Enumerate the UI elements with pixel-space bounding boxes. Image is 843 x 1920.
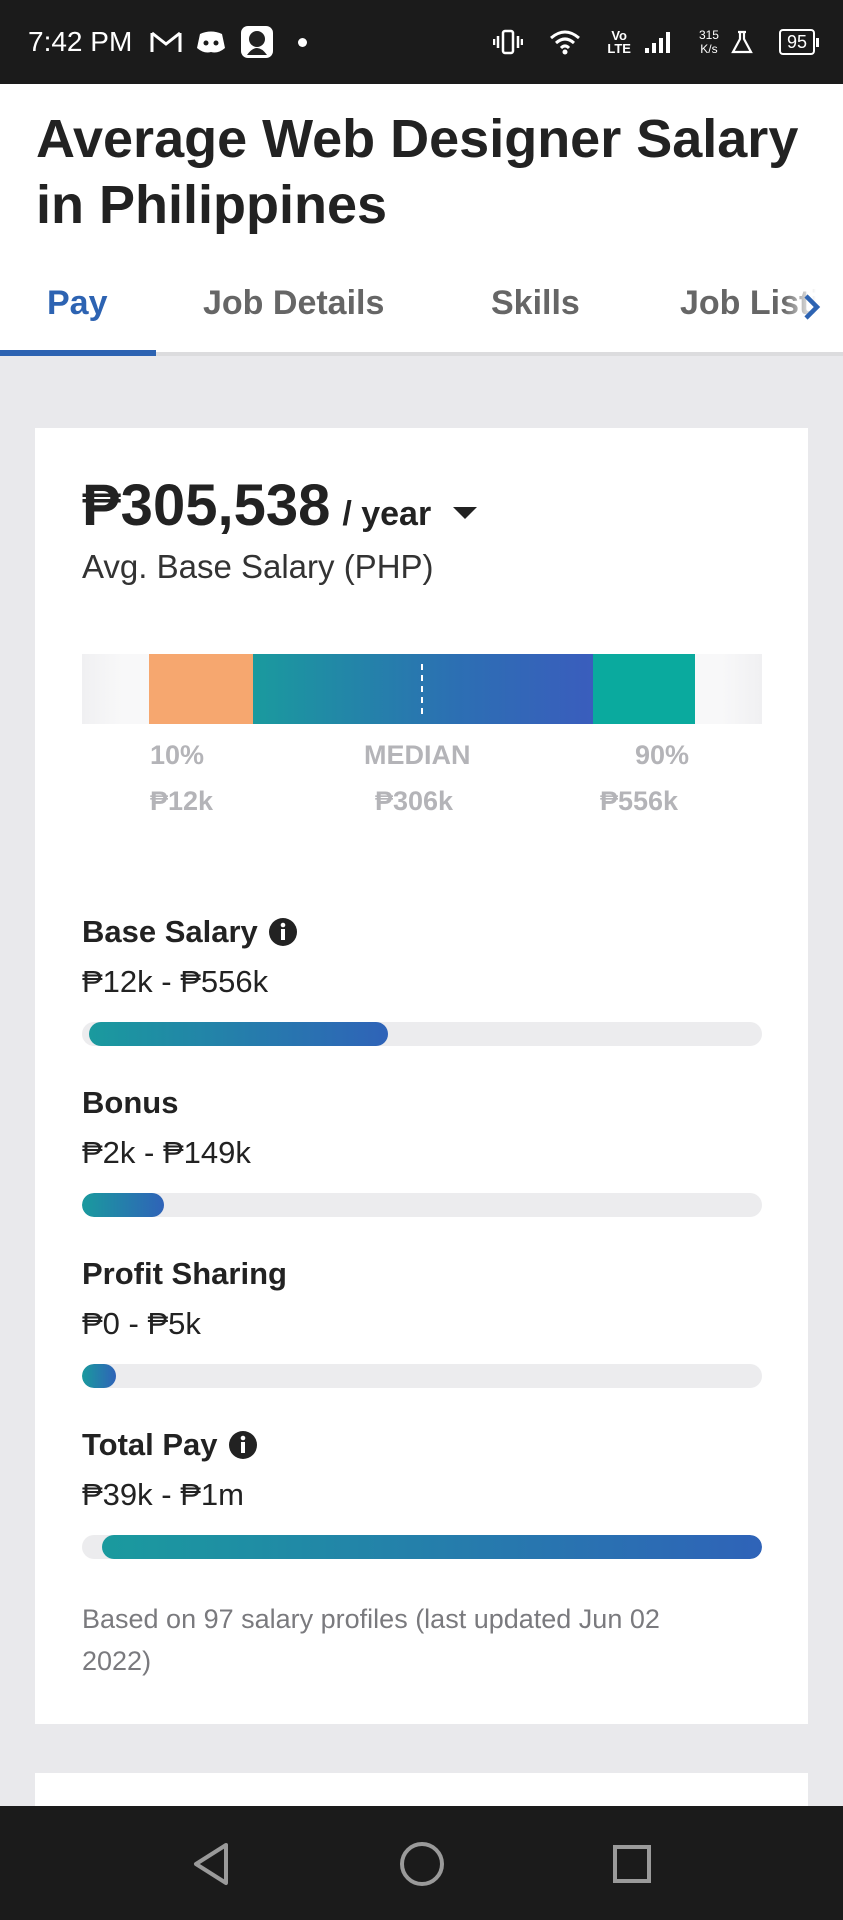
caret-down-icon[interactable] [453,507,478,519]
net-speed-value: 315 [698,28,719,42]
total-pay-title: Total Pay [82,1427,258,1463]
base-salary-title: Base Salary [82,914,298,950]
page-header: Average Web Designer Salary in Philippin… [0,84,843,356]
profit-sharing-bar-fill [82,1364,116,1388]
signal-icon [643,30,673,54]
status-time: 7:42 PM [28,26,133,57]
p90-value: ₱556k [600,786,679,816]
base-salary-title-text: Base Salary [82,914,258,949]
app-icon [240,25,274,59]
navigation-bar [0,1806,843,1920]
net-speed: 315 K/s [699,28,719,56]
p90-label: 90% [635,740,690,770]
p10-label: 10% [150,740,205,770]
base-salary-range: ₱12k - ₱556k [82,964,269,999]
profit-sharing-title: Profit Sharing [82,1256,287,1292]
salary-period-selector[interactable]: / year [342,495,431,534]
total-pay-bar-fill [102,1535,762,1559]
total-pay-bar [82,1535,762,1559]
bonus-title-text: Bonus [82,1085,179,1120]
vibrate-icon [493,29,524,55]
salary-amount: ₱305,538 [82,473,331,538]
chevron-right-icon[interactable] [801,290,823,329]
p10-value: ₱12k [150,786,214,816]
active-tab-indicator [0,350,156,356]
bonus-bar [82,1193,762,1217]
tab-job-details[interactable]: Job Details [203,284,384,323]
volte-indicator: Vo LTE [607,29,631,55]
status-bar: 7:42 PM Vo LTE 315 K/s 95 [0,0,843,84]
gmail-icon [150,30,182,54]
bonus-title: Bonus [82,1085,178,1121]
median-value: ₱306k [375,786,454,816]
profit-sharing-range: ₱0 - ₱5k [82,1306,201,1341]
net-speed-unit: K/s [700,42,718,56]
p90-segment [593,654,695,724]
home-icon[interactable] [394,1836,450,1892]
salary-label: Avg. Base Salary (PHP) [82,548,434,585]
discord-icon [196,30,226,54]
lte-text: LTE [607,41,631,56]
total-pay-range: ₱39k - ₱1m [82,1477,244,1512]
salary-card: ₱305,538 / year Avg. Base Salary (PHP) 1… [35,428,808,1724]
footnote: Based on 97 salary profiles (last update… [82,1604,660,1676]
p10-segment [149,654,253,724]
page-title: Average Web Designer Salary in Philippin… [36,109,799,235]
tab-bar: Pay Job Details Skills Job Listings [0,270,843,356]
median-marker [421,664,423,714]
bonus-bar-fill [82,1193,164,1217]
profit-sharing-bar [82,1364,762,1388]
tab-pay[interactable]: Pay [47,284,108,323]
bonus-range: ₱2k - ₱149k [82,1135,251,1170]
median-label: MEDIAN [364,740,471,770]
base-salary-bar-fill [88,1022,388,1046]
base-salary-bar [82,1022,762,1046]
salary-range-bar [82,654,762,724]
battery-indicator: 95 [778,29,820,55]
back-icon[interactable] [184,1836,240,1892]
wifi-icon [549,29,581,55]
salary-headline: ₱305,538 / year [82,472,478,539]
total-pay-title-text: Total Pay [82,1427,218,1462]
info-icon[interactable] [268,917,298,947]
median-segment [253,654,593,724]
recents-icon[interactable] [604,1836,660,1892]
notification-dot [298,37,308,47]
info-icon[interactable] [228,1430,258,1460]
profit-sharing-title-text: Profit Sharing [82,1256,287,1291]
tab-skills[interactable]: Skills [491,284,580,323]
lab-icon [731,30,753,54]
